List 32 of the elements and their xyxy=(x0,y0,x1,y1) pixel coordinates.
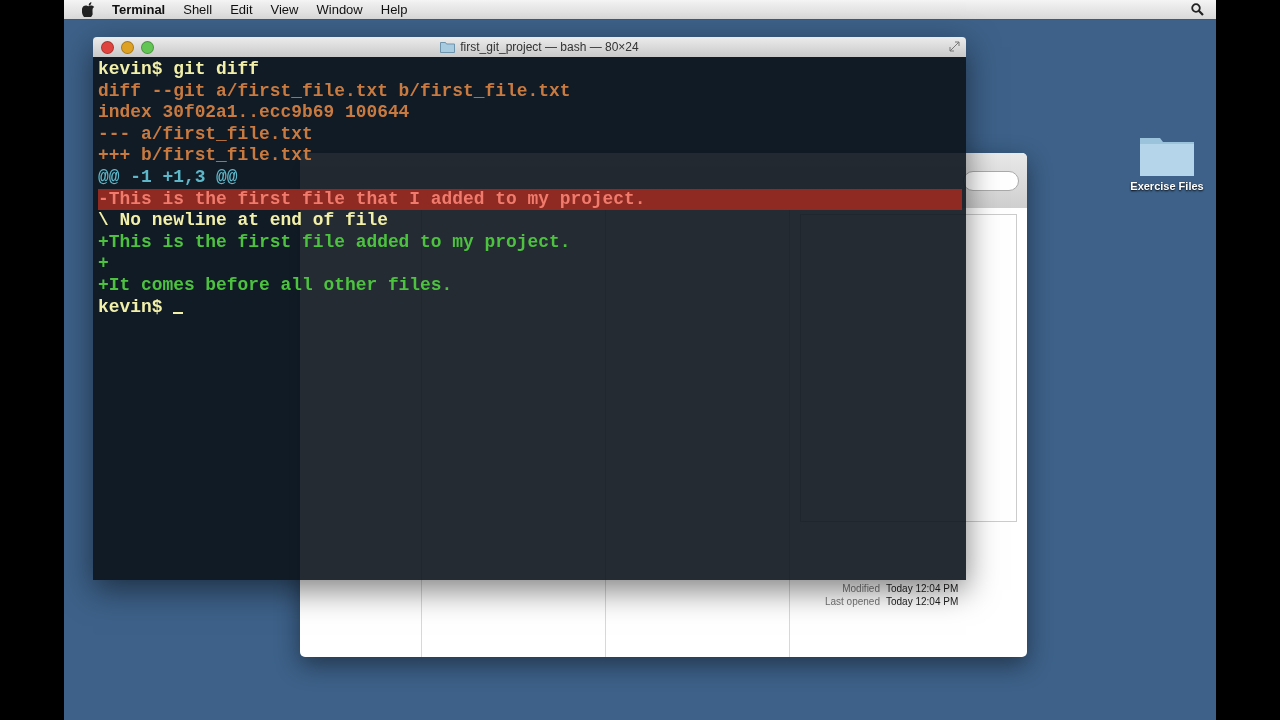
terminal-line: +It comes before all other files. xyxy=(98,274,453,297)
minimize-button[interactable] xyxy=(121,40,134,54)
menu-item[interactable]: View xyxy=(261,2,308,17)
terminal-line: -This is the first file that I added to my project. xyxy=(98,188,646,211)
info-label: Modified xyxy=(841,583,880,594)
terminal-line: +++ b/first_file.txt xyxy=(98,145,313,167)
zoom-button[interactable] xyxy=(141,40,154,54)
terminal-line: @@ -1 +1,3 @@ xyxy=(98,166,238,189)
terminal-line: +This is the first file added to my project. xyxy=(98,231,571,254)
menu-item[interactable]: Edit xyxy=(221,2,262,17)
app-menu[interactable]: Terminal xyxy=(103,2,175,17)
search-field[interactable] xyxy=(963,170,1019,191)
terminal-line: diff --git a/first_file.txt b/first_file.txt xyxy=(98,80,571,103)
folder-label[interactable]: Exercise Files xyxy=(1130,180,1204,192)
menu-item[interactable]: Help xyxy=(371,2,417,17)
terminal-line: --- a/first_file.txt xyxy=(98,123,313,146)
terminal-line: index 30f02a1..ecc9b69 100644 xyxy=(98,102,410,124)
apple-icon[interactable] xyxy=(82,2,95,17)
resize-icon[interactable] xyxy=(949,41,960,52)
terminal-line: kevin$ xyxy=(98,296,164,319)
terminal-line: \ No newline at end of file xyxy=(98,210,388,232)
terminal-line: kevin$ git diff xyxy=(98,59,260,81)
folder-icon xyxy=(440,41,456,53)
info-value: Today 12:04 PM xyxy=(886,596,960,607)
info-label: Last opened xyxy=(823,596,880,607)
menu-item[interactable]: Shell xyxy=(174,2,222,17)
menu-item[interactable]: Window xyxy=(307,2,372,17)
window-title: first_git_project — bash — 80×24 xyxy=(460,40,639,54)
search-icon[interactable] xyxy=(1191,3,1204,16)
terminal-line: + xyxy=(98,253,109,275)
close-button[interactable] xyxy=(101,40,114,54)
info-value: Today 12:04 PM xyxy=(886,583,960,594)
